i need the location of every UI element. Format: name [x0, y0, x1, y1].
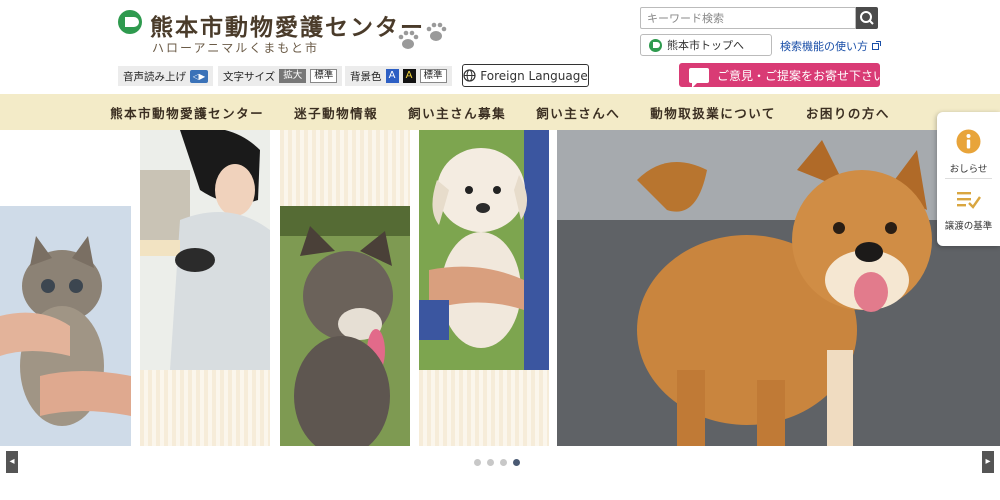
nav-adoption[interactable]: 飼い主さん募集 — [393, 103, 521, 122]
info-icon — [956, 129, 981, 154]
global-nav: 熊本市動物愛護センター 迷子動物情報 飼い主さん募集 飼い主さんへ 動物取扱業に… — [0, 94, 1000, 130]
decorative-stripes — [419, 370, 549, 446]
site-title[interactable]: 熊本市動物愛護センター — [150, 8, 425, 42]
slider-dot[interactable] — [487, 459, 494, 466]
search-help-label: 検索機能の使い方 — [780, 40, 868, 53]
opinion-button[interactable]: ご意見・ご提案をお寄せ下さい — [679, 63, 885, 88]
speech-bubble-icon — [689, 67, 709, 88]
side-quick-menu: おしらせ 譲渡の基準 — [937, 112, 1000, 246]
city-logo-mark — [118, 10, 142, 34]
slider-dot[interactable] — [474, 459, 481, 466]
nav-help[interactable]: お困りの方へ — [791, 103, 905, 122]
puppy-photo — [419, 130, 549, 370]
decorative-stripes — [280, 130, 410, 206]
search-input[interactable] — [640, 7, 856, 29]
decorative-stripes — [140, 370, 270, 446]
city-top-label: 熊本市トップへ — [667, 39, 744, 52]
chevron-left-icon: ◂ — [9, 456, 15, 467]
read-aloud-tool[interactable]: 音声読み上げ ◁▶ — [118, 66, 213, 86]
bg-color-tool: 背景色 A A 標準 — [345, 66, 452, 86]
bg-blue-button[interactable]: A — [385, 69, 399, 83]
slider-dot[interactable] — [500, 459, 507, 466]
nav-center[interactable]: 熊本市動物愛護センター — [95, 103, 279, 122]
font-normal-button[interactable]: 標準 — [310, 69, 338, 83]
city-logo-icon — [649, 38, 662, 52]
foreign-language-label: Foreign Language — [480, 68, 588, 83]
font-large-button[interactable]: 拡大 — [279, 69, 307, 83]
font-size-tool: 文字サイズ 拡大 標準 — [218, 66, 343, 86]
slider-dot-active[interactable] — [513, 459, 520, 466]
nav-animal-business[interactable]: 動物取扱業について — [635, 103, 791, 122]
shiba-dog-photo — [557, 130, 1000, 446]
search-help-link[interactable]: 検索機能の使い方 — [780, 38, 881, 54]
adoption-criteria-link[interactable]: 譲渡の基準 — [937, 182, 1000, 242]
foreign-language-button[interactable]: Foreign Language — [462, 64, 589, 87]
site-subtitle: ハローアニマルくまもと市 — [152, 41, 320, 55]
slider-prev-button[interactable]: ◂ — [6, 451, 18, 473]
bg-color-label: 背景色 — [350, 70, 382, 83]
speaker-icon: ◁▶ — [190, 69, 208, 83]
divider — [945, 178, 992, 179]
search-icon — [860, 11, 874, 25]
bg-normal-button[interactable]: 標準 — [419, 69, 447, 83]
notice-label: おしらせ — [949, 164, 988, 175]
notice-link[interactable]: おしらせ — [937, 112, 1000, 175]
checklist-icon — [957, 192, 981, 209]
nav-lost-animals[interactable]: 迷子動物情報 — [279, 103, 393, 122]
hero-slider[interactable] — [0, 130, 1000, 446]
paw-icon — [398, 22, 447, 49]
font-size-label: 文字サイズ — [223, 70, 276, 83]
staff-feeding-photo — [140, 130, 270, 370]
slider-pagination — [474, 459, 520, 466]
external-link-icon — [871, 41, 881, 50]
globe-icon — [463, 69, 476, 82]
search-button[interactable] — [856, 7, 878, 29]
read-aloud-label: 音声読み上げ — [123, 70, 186, 83]
criteria-label: 譲渡の基準 — [944, 221, 993, 232]
kitten-photo — [0, 206, 131, 446]
slider-next-button[interactable]: ▸ — [982, 451, 994, 473]
bg-black-button[interactable]: A — [402, 69, 416, 83]
chevron-right-icon: ▸ — [985, 456, 991, 467]
dog-photo — [280, 206, 410, 446]
opinion-label: ご意見・ご提案をお寄せ下さい — [717, 68, 886, 83]
nav-for-owners[interactable]: 飼い主さんへ — [521, 103, 635, 122]
city-top-link[interactable]: 熊本市トップへ — [640, 34, 772, 56]
